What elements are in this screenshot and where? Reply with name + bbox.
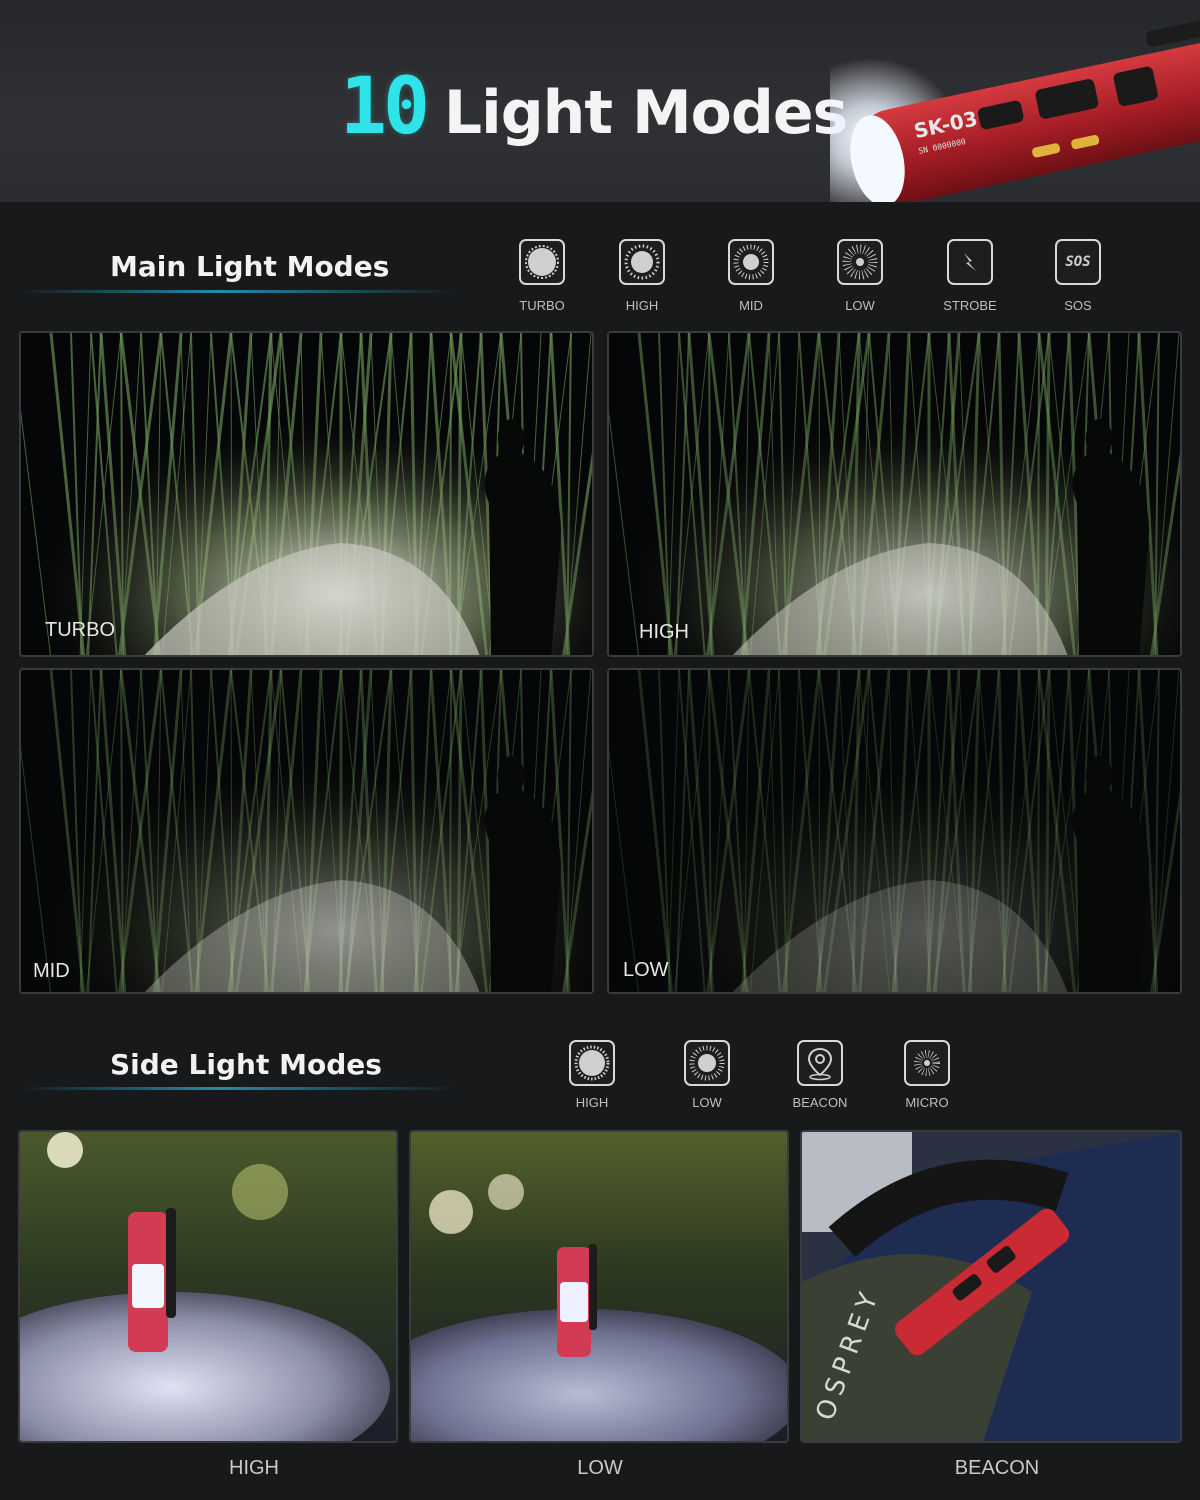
side-mode-label-micro: MICRO xyxy=(905,1095,949,1110)
photo-label-low: LOW xyxy=(623,959,669,981)
title-number: 10 xyxy=(340,62,430,152)
location-pin-icon xyxy=(797,1040,843,1086)
photo-low: LOW xyxy=(607,668,1182,994)
photo-mid: MID xyxy=(19,668,594,994)
sun-low-icon xyxy=(684,1040,730,1086)
side-photo-label-beacon: BEACON xyxy=(954,1457,1040,1479)
photo-side-high xyxy=(18,1130,398,1443)
photo-turbo: TURBO xyxy=(19,331,594,657)
photo-high: HIGH xyxy=(607,331,1182,657)
main-section-underline xyxy=(20,290,460,293)
sun-high-icon xyxy=(619,239,665,285)
side-mode-label-beacon: BEACON xyxy=(792,1095,848,1110)
mode-label-sos: SOS xyxy=(1064,298,1092,313)
sun-turbo-icon xyxy=(519,239,565,285)
header-banner: 10 Light Modes SK-03 SN 0000000 xyxy=(0,0,1200,202)
sun-high-icon xyxy=(569,1040,615,1086)
photo-label-high: HIGH xyxy=(639,621,689,643)
sun-mid-icon xyxy=(728,239,774,285)
side-mode-label-low: LOW xyxy=(692,1095,722,1110)
sos-icon: SOS xyxy=(1055,239,1101,285)
mode-label-turbo: TURBO xyxy=(519,298,565,313)
side-photo-label-low: LOW xyxy=(577,1457,623,1479)
mode-label-low: LOW xyxy=(845,298,875,313)
sun-micro-icon xyxy=(904,1040,950,1086)
side-mode-label-high: HIGH xyxy=(575,1095,609,1110)
sos-icon-text: SOS xyxy=(1065,254,1091,270)
page-title: 10 Light Modes xyxy=(340,62,848,152)
mode-label-high: HIGH xyxy=(625,298,659,313)
main-section-title: Main Light Modes xyxy=(110,250,390,283)
side-section-title: Side Light Modes xyxy=(110,1048,382,1081)
photo-side-low xyxy=(409,1130,789,1443)
photo-label-turbo: TURBO xyxy=(45,619,115,641)
side-section-underline xyxy=(20,1087,460,1090)
mode-label-mid: MID xyxy=(739,298,763,313)
photo-side-beacon: OSPREY xyxy=(800,1130,1182,1443)
mode-label-strobe: STROBE xyxy=(943,298,997,313)
side-photo-label-high: HIGH xyxy=(229,1457,279,1479)
lightning-icon xyxy=(947,239,993,285)
flashlight-image: SK-03 SN 0000000 xyxy=(830,18,1200,202)
title-text: Light Modes xyxy=(443,78,848,148)
photo-label-mid: MID xyxy=(33,960,70,982)
sun-low-icon xyxy=(837,239,883,285)
